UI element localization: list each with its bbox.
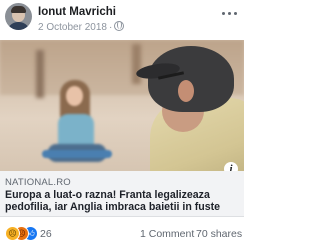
link-headline[interactable]: Europa a luat-o razna! Franta legalizeaz…: [5, 189, 243, 213]
meta-separator: ·: [108, 22, 113, 33]
globe-icon: [114, 21, 125, 31]
post-stats: ☹ ☹ 👍︎ 26 1 Comment 70 shares: [0, 222, 244, 246]
author-name[interactable]: Ionut Mavrichi: [38, 6, 116, 18]
sad-icon: ☹: [5, 226, 20, 241]
info-icon[interactable]: i: [224, 162, 238, 171]
post-date[interactable]: 2 October 2018: [38, 22, 107, 33]
reaction-count[interactable]: 26: [40, 228, 52, 240]
link-source: NATIONAL.RO: [5, 177, 71, 188]
link-preview[interactable]: NATIONAL.RO Europa a luat-o razna! Frant…: [0, 171, 244, 217]
comment-count[interactable]: 1 Comment: [140, 228, 194, 240]
share-count[interactable]: 70 shares: [196, 228, 242, 240]
post-header: Ionut Mavrichi 2 October 2018 ·: [0, 0, 244, 40]
more-options-icon[interactable]: [220, 8, 238, 18]
link-preview-image[interactable]: i: [0, 40, 244, 171]
avatar[interactable]: [5, 3, 32, 30]
post-meta: 2 October 2018 ·: [38, 21, 125, 33]
